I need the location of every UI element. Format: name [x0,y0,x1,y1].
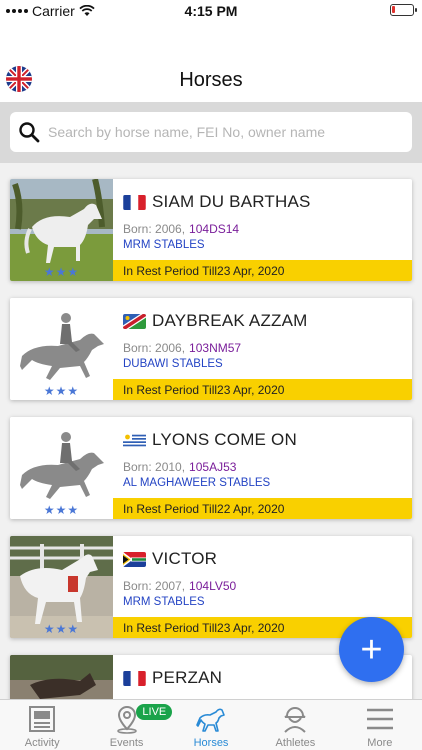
born-year: Born: 2007, [123,579,186,593]
born-info: Born: 2006, 103NM57 [123,341,241,355]
rating-stars: ★★★ [43,265,80,279]
add-horse-button[interactable]: + [339,617,404,682]
page-title: Horses [179,69,243,91]
france-flag-icon [123,670,146,686]
born-info: Born: 2010, 105AJ53 [123,460,236,474]
horse-name: PERZAN [152,668,223,687]
fei-number: 104LV50 [189,579,237,593]
uruguay-flag-icon [123,432,146,448]
tab-horses[interactable]: Horses [169,700,253,750]
rest-period-bar: In Rest Period Till22 Apr, 2020 [113,498,412,519]
name-row: LYONS COME ON [123,430,297,450]
live-badge: LIVE [136,704,173,720]
menu-lines-icon [366,708,393,730]
france-flag-icon [123,194,146,210]
header: Horses [0,56,422,102]
battery-icon [390,4,417,16]
name-row: SIAM DU BARTHAS [123,192,311,212]
status-time: 4:15 PM [184,3,238,19]
screen: Carrier 4:15 PM Horses Search by horse n… [0,0,422,750]
status-bar: Carrier 4:15 PM [0,0,422,22]
horse-photo [10,655,113,699]
fei-number: 104DS14 [189,222,240,236]
fei-number: 105AJ53 [189,460,237,474]
stable-name: AL MAGHAWEER STABLES [123,477,271,489]
card-body: DAYBREAK AZZAM Born: 2006, 103NM57 DUBAWI… [113,298,412,400]
stable-name: DUBAWI STABLES [123,358,223,370]
search-box[interactable] [10,112,412,152]
rating-stars: ★★★ [43,503,80,517]
newspaper-icon [29,706,56,732]
card-body: SIAM DU BARTHAS Born: 2006, 104DS14 MRM S… [113,179,412,281]
horse-icon [196,708,225,732]
namibia-flag-icon [123,313,146,329]
name-row: DAYBREAK AZZAM [123,311,308,331]
tab-label: More [367,737,393,749]
born-info: Born: 2007, 104LV50 [123,579,236,593]
tab-athletes[interactable]: Athletes [253,700,337,750]
athlete-helmet-icon [284,707,307,733]
horse-card[interactable]: ★★★ SIAM DU BARTHAS Born: 2006, 104DS14 M… [10,179,412,281]
rest-period-bar: In Rest Period Till23 Apr, 2020 [113,260,412,281]
horse-card[interactable]: ★★★ LYONS COME ON Born: 2010, 105AJ53 AL … [10,417,412,519]
rating-stars: ★★★ [43,622,80,636]
tab-label: Events [109,737,144,749]
fei-number: 103NM57 [189,341,242,355]
horse-name: VICTOR [152,549,218,568]
rest-period-bar: In Rest Period Till23 Apr, 2020 [113,379,412,400]
search-input[interactable] [48,124,412,140]
tab-more[interactable]: More [338,700,422,750]
tab-label: Activity [24,737,60,749]
rating-stars: ★★★ [43,384,80,398]
born-year: Born: 2010, [123,460,186,474]
tab-events[interactable]: LIVE Events [84,700,173,750]
search-icon [19,122,40,143]
stable-name: MRM STABLES [123,596,205,608]
horse-name: LYONS COME ON [152,430,297,449]
name-row: PERZAN [123,668,222,688]
name-row: VICTOR [123,549,217,569]
tab-activity[interactable]: Activity [0,700,84,750]
tab-bar: Activity LIVE Events Horses Athletes Mor… [0,699,422,750]
horse-name: DAYBREAK AZZAM [152,311,308,330]
search-band [0,102,422,163]
born-year: Born: 2006, [123,341,186,355]
card-body: LYONS COME ON Born: 2010, 105AJ53 AL MAGH… [113,417,412,519]
south-africa-flag-icon [123,551,146,567]
tab-label: Horses [193,737,229,749]
stable-name: MRM STABLES [123,239,205,251]
tab-label: Athletes [275,737,316,749]
horse-card[interactable]: ★★★ DAYBREAK AZZAM Born: 2006, 103NM57 DU… [10,298,412,400]
born-year: Born: 2006, [123,222,186,236]
born-info: Born: 2006, 104DS14 [123,222,239,236]
horse-name: SIAM DU BARTHAS [152,192,311,211]
